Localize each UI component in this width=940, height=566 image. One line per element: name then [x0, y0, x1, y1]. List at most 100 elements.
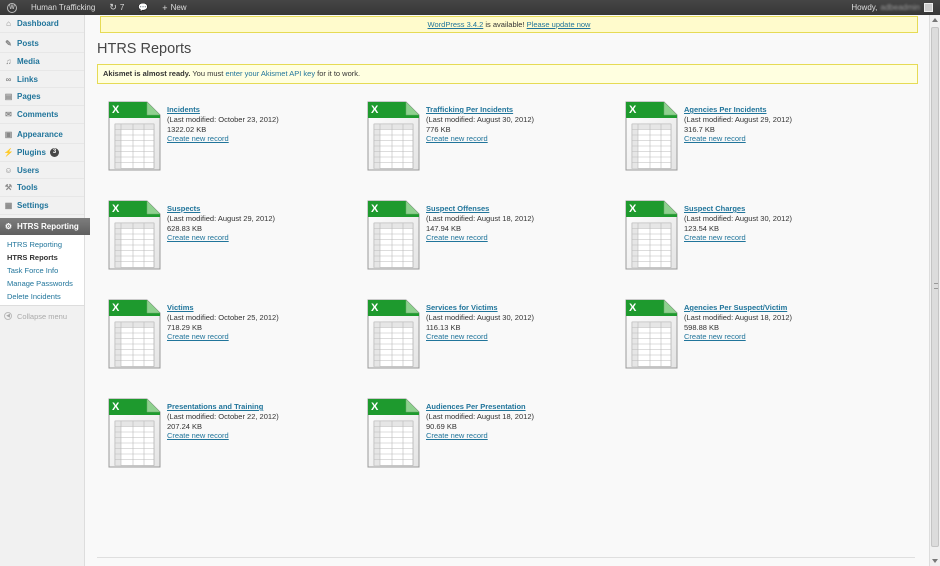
scroll-up-arrow[interactable]	[932, 18, 938, 22]
report-title-link[interactable]: Trafficking Per Incidents	[426, 105, 513, 114]
menu-item-links[interactable]: ∞ Links	[0, 71, 84, 89]
spreadsheet-icon: X	[367, 398, 420, 468]
report-modified: (Last modified: August 18, 2012)	[684, 312, 792, 322]
updates-button[interactable]: ↻ 7	[102, 0, 131, 15]
create-new-record-link[interactable]: Create new record	[167, 332, 229, 341]
report-info: Victims (Last modified: October 25, 2012…	[167, 303, 279, 342]
link-icon: ∞	[5, 74, 12, 84]
submenu-item-htrs-reporting[interactable]: HTRS Reporting	[0, 238, 84, 251]
menu-item-pages[interactable]: ▤ Pages	[0, 88, 84, 106]
menu-item-label: Links	[17, 74, 38, 84]
report-title-link[interactable]: Victims	[167, 303, 194, 312]
svg-text:X: X	[112, 302, 120, 314]
report-info: Suspect Charges (Last modified: August 3…	[684, 204, 792, 243]
comments-button[interactable]: 💬	[131, 0, 155, 15]
menu-item-tools[interactable]: ⚒ Tools	[0, 179, 84, 197]
collapse-menu-button[interactable]: ◀ Collapse menu	[0, 312, 84, 321]
create-new-record-link[interactable]: Create new record	[426, 332, 488, 341]
menu-item-appearance[interactable]: ▣ Appearance	[0, 127, 84, 145]
update-notice-text: is available!	[485, 20, 525, 29]
report-file-icon-link[interactable]: X	[366, 100, 421, 172]
menu-item-users[interactable]: ☺ Users	[0, 162, 84, 180]
update-notice: WordPress 3.4.2 is available! Please upd…	[100, 16, 918, 33]
report-modified: (Last modified: August 30, 2012)	[426, 114, 534, 124]
create-new-record-link[interactable]: Create new record	[426, 431, 488, 440]
report-title-link[interactable]: Suspect Charges	[684, 204, 745, 213]
new-content-button[interactable]: + New	[155, 0, 193, 15]
menu-item-label: Tools	[17, 183, 38, 193]
site-name-link[interactable]: Human Trafficking	[24, 0, 102, 15]
submenu-item-manage-passwords[interactable]: Manage Passwords	[0, 277, 84, 290]
comment-icon: ✉	[5, 109, 12, 119]
wordpress-version-link[interactable]: WordPress 3.4.2	[428, 20, 484, 29]
report-file-icon-link[interactable]: X	[107, 100, 162, 172]
wordpress-icon: W	[7, 2, 17, 13]
report-title-link[interactable]: Agencies Per Suspect/Victim	[684, 303, 787, 312]
create-new-record-link[interactable]: Create new record	[167, 233, 229, 242]
report-file-icon-link[interactable]: X	[366, 397, 421, 469]
report-title-link[interactable]: Suspect Offenses	[426, 204, 489, 213]
update-now-link[interactable]: Please update now	[527, 20, 591, 29]
report-modified: (Last modified: October 25, 2012)	[167, 312, 279, 322]
report-file-icon-link[interactable]: X	[366, 298, 421, 370]
report-title-link[interactable]: Presentations and Training	[167, 402, 263, 411]
admin-bar: W Human Trafficking ↻ 7 💬 + New Howdy, a…	[0, 0, 940, 15]
update-count-badge: 3	[49, 147, 60, 157]
report-title-link[interactable]: Agencies Per Incidents	[684, 105, 767, 114]
svg-text:X: X	[112, 203, 120, 215]
tools-icon: ⚒	[4, 183, 13, 193]
create-new-record-link[interactable]: Create new record	[684, 332, 746, 341]
report-file-icon-link[interactable]: X	[624, 298, 679, 370]
create-new-record-link[interactable]: Create new record	[167, 431, 229, 440]
menu-item-label: Media	[17, 56, 40, 66]
menu-item-label: Settings	[17, 200, 49, 210]
report-title-link[interactable]: Services for Victims	[426, 303, 498, 312]
create-new-record-link[interactable]: Create new record	[684, 134, 746, 143]
report-modified: (Last modified: October 23, 2012)	[167, 114, 279, 124]
report-title-link[interactable]: Audiences Per Presentation	[426, 402, 526, 411]
collapse-label: Collapse menu	[17, 311, 68, 321]
report-file-icon-link[interactable]: X	[624, 199, 679, 271]
report-item: X Trafficking Per Incidents (Last modifi…	[366, 100, 606, 172]
report-size: 776 KB	[426, 124, 451, 134]
create-new-record-link[interactable]: Create new record	[684, 233, 746, 242]
report-item: X Agencies Per Incidents (Last modified:…	[624, 100, 864, 172]
report-title-link[interactable]: Incidents	[167, 105, 200, 114]
submenu-item-task-force-info[interactable]: Task Force Info	[0, 264, 84, 277]
akismet-api-key-link[interactable]: enter your Akismet API key	[225, 69, 315, 78]
report-item: X Suspect Offenses (Last modified: Augus…	[366, 199, 606, 271]
report-title-link[interactable]: Suspects	[167, 204, 200, 213]
spreadsheet-icon: X	[367, 101, 420, 171]
menu-item-dashboard[interactable]: ⌂ Dashboard	[0, 15, 84, 33]
report-item: X Suspects (Last modified: August 29, 20…	[107, 199, 347, 271]
report-file-icon-link[interactable]: X	[107, 199, 162, 271]
spreadsheet-icon: X	[625, 101, 678, 171]
menu-item-settings[interactable]: ▦ Settings	[0, 197, 84, 215]
menu-item-label: Pages	[17, 92, 41, 102]
menu-item-label: Users	[17, 165, 40, 175]
report-item: X Audiences Per Presentation (Last modif…	[366, 397, 606, 469]
report-modified: (Last modified: August 29, 2012)	[684, 114, 792, 124]
menu-item-label: HTRS Reporting	[17, 221, 79, 231]
menu-item-label: Dashboard	[17, 18, 59, 28]
scrollbar-thumb[interactable]	[931, 27, 939, 547]
create-new-record-link[interactable]: Create new record	[167, 134, 229, 143]
submenu-item-delete-incidents[interactable]: Delete Incidents	[0, 290, 84, 303]
scrollbar[interactable]	[929, 15, 940, 566]
report-file-icon-link[interactable]: X	[107, 298, 162, 370]
menu-item-posts[interactable]: ✎ Posts	[0, 36, 84, 54]
my-account-button[interactable]: Howdy, adbeadmin	[844, 0, 940, 15]
create-new-record-link[interactable]: Create new record	[426, 134, 488, 143]
report-file-icon-link[interactable]: X	[624, 100, 679, 172]
wordpress-logo-button[interactable]: W	[0, 0, 24, 15]
menu-item-plugins[interactable]: ⚡ Plugins 3	[0, 144, 84, 162]
report-modified: (Last modified: August 30, 2012)	[684, 213, 792, 223]
report-file-icon-link[interactable]: X	[366, 199, 421, 271]
menu-item-comments[interactable]: ✉ Comments	[0, 106, 84, 124]
scroll-down-arrow[interactable]	[932, 559, 938, 563]
submenu-item-htrs-reports[interactable]: HTRS Reports	[0, 251, 84, 264]
menu-item-media[interactable]: ♫ Media	[0, 53, 84, 71]
report-file-icon-link[interactable]: X	[107, 397, 162, 469]
menu-item-htrs-reporting[interactable]: ⚙ HTRS Reporting	[0, 217, 90, 235]
create-new-record-link[interactable]: Create new record	[426, 233, 488, 242]
